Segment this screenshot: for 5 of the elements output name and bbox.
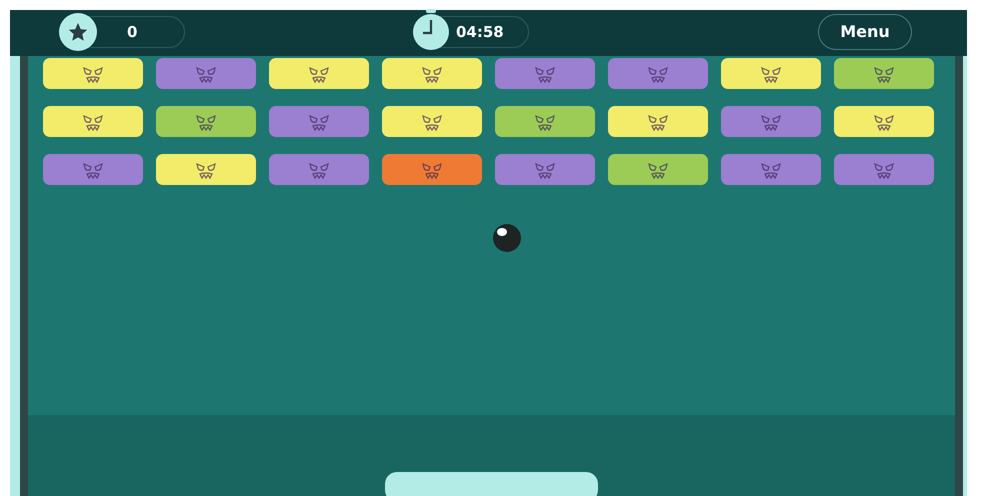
score-value: 0 <box>127 22 138 43</box>
timer-value: 04:58 <box>456 22 504 43</box>
ball <box>493 224 521 252</box>
menu-button[interactable]: Menu <box>818 14 912 50</box>
stopwatch-icon <box>412 9 450 51</box>
